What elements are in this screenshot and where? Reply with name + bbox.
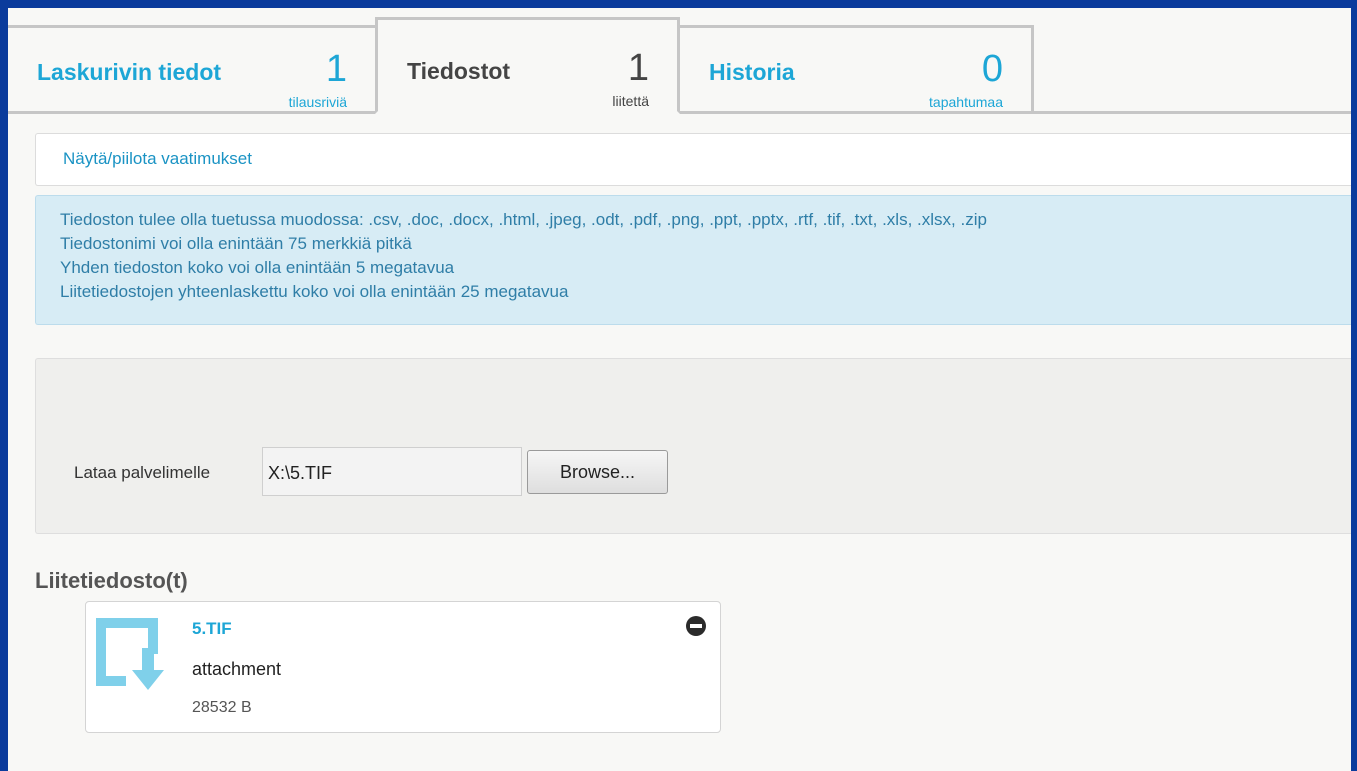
tab-count: 1	[325, 48, 347, 90]
tab-sub-label: tilausriviä	[288, 94, 347, 110]
tab-tiedostot[interactable]: Tiedostot 1 liitettä	[375, 17, 680, 114]
requirements-toggle-link[interactable]: Näytä/piilota vaatimukset	[63, 149, 252, 169]
upload-panel: Lataa palvelimelle X:\5.TIF Browse...	[35, 358, 1351, 534]
requirements-toggle[interactable]: Näytä/piilota vaatimukset	[35, 133, 1351, 186]
tab-count: 1	[627, 47, 649, 89]
download-file-icon[interactable]	[96, 618, 166, 697]
upload-label: Lataa palvelimelle	[74, 463, 211, 482]
attachment-size: 28532 B	[192, 699, 252, 716]
tab-count: 0	[981, 48, 1003, 90]
file-path-field[interactable]: X:\5.TIF	[262, 447, 522, 496]
requirement-line: Tiedostonimi voi olla enintään 75 merkki…	[60, 234, 412, 253]
tab-label: Historia	[709, 59, 795, 85]
requirements-info-box: Tiedoston tulee olla tuetussa muodossa: …	[35, 195, 1351, 325]
tab-historia[interactable]: Historia 0 tapahtumaa	[677, 25, 1034, 111]
browse-button[interactable]: Browse...	[527, 450, 668, 494]
attachment-type: attachment	[192, 659, 282, 679]
attachment-name-link[interactable]: 5.TIF	[192, 619, 232, 639]
remove-icon[interactable]	[686, 616, 706, 636]
attachment-card: 5.TIF attachment 28532 B	[85, 601, 721, 733]
requirement-line: Yhden tiedoston koko voi olla enintään 5…	[60, 258, 455, 277]
tab-sub-label: tapahtumaa	[929, 94, 1003, 110]
tab-label: Laskurivin tiedot	[37, 59, 222, 85]
tab-label: Tiedostot	[407, 58, 511, 84]
tab-sub-label: liitettä	[612, 93, 649, 109]
attachments-heading: Liitetiedosto(t)	[35, 568, 188, 593]
tab-laskurivin-tiedot[interactable]: Laskurivin tiedot 1 tilausriviä	[8, 25, 378, 111]
main-frame: Laskurivin tiedot 1 tilausriviä Tiedosto…	[8, 8, 1351, 771]
requirement-line: Tiedoston tulee olla tuetussa muodossa: …	[60, 210, 987, 229]
tab-bar: Laskurivin tiedot 1 tilausriviä Tiedosto…	[8, 8, 1351, 114]
requirement-line: Liitetiedostojen yhteenlaskettu koko voi…	[60, 282, 569, 301]
